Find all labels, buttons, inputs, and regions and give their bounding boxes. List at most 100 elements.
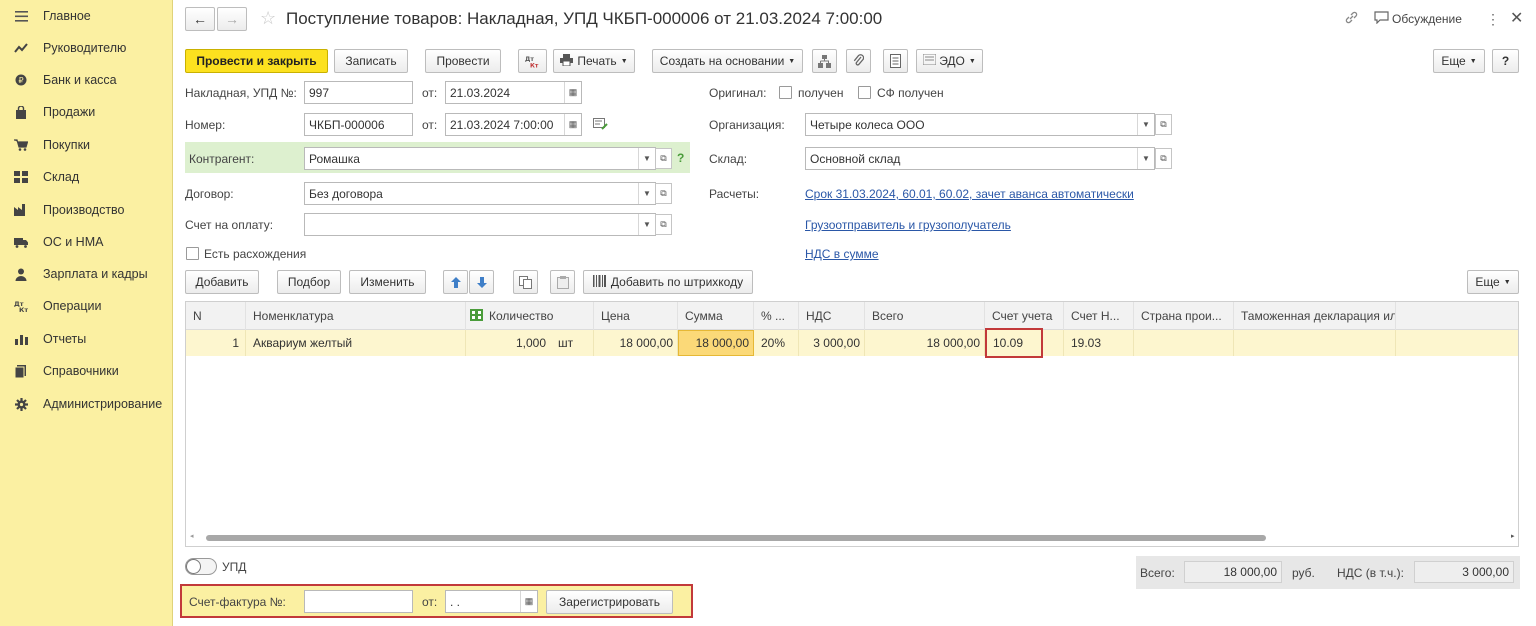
post-button[interactable]: Провести — [425, 49, 501, 73]
column-header-country[interactable]: Страна прои... — [1134, 302, 1234, 330]
vat-in-sum-link[interactable]: НДС в сумме — [805, 247, 879, 261]
invoice-number-input[interactable]: 997 — [304, 81, 413, 104]
add-by-barcode-button[interactable]: Добавить по штрихкоду — [583, 270, 753, 294]
sidebar-item-administration[interactable]: Администрирование — [0, 392, 173, 416]
invoice-sf-input[interactable] — [304, 590, 413, 613]
settlements-link[interactable]: Срок 31.03.2024, 60.01, 60.02, зачет ава… — [805, 187, 1134, 201]
sidebar-item-manager[interactable]: Руководителю — [0, 36, 173, 60]
sidebar-item-main[interactable]: Главное — [0, 4, 173, 28]
goods-table[interactable]: N Номенклатура Количество Цена Сумма % .… — [185, 301, 1519, 547]
column-header-price[interactable]: Цена — [594, 302, 678, 330]
calendar-icon[interactable]: ▦ — [564, 82, 581, 103]
sidebar-item-reports[interactable]: Отчеты — [0, 327, 173, 351]
more-button[interactable]: Еще ▼ — [1433, 49, 1485, 73]
table-row[interactable]: 1 Аквариум желтый 1,000 шт 18 000,00 18 … — [186, 330, 1518, 356]
link-icon[interactable] — [1344, 10, 1359, 28]
open-icon[interactable]: ⧉ — [1155, 114, 1172, 135]
edo-button[interactable]: ЭДО ▼ — [916, 49, 983, 73]
horizontal-scrollbar[interactable]: ◂ ▸ — [190, 533, 1515, 541]
paste-button[interactable] — [550, 270, 575, 294]
copy-row-button[interactable] — [513, 270, 538, 294]
open-icon[interactable]: ⧉ — [655, 183, 672, 204]
original-received-checkbox[interactable] — [779, 86, 792, 99]
cell-price[interactable]: 18 000,00 — [594, 330, 678, 356]
scrollbar-thumb[interactable] — [206, 535, 1266, 541]
edit-number-icon[interactable] — [593, 118, 608, 133]
invoice-date-input[interactable]: 21.03.2024 — [445, 81, 582, 104]
kebab-menu-icon[interactable]: ⋮ — [1486, 11, 1500, 28]
payment-invoice-input[interactable] — [304, 213, 656, 236]
cell-vat[interactable]: 3 000,00 — [799, 330, 865, 356]
chevron-down-icon[interactable]: ▼ — [638, 214, 655, 235]
column-header-customs[interactable]: Таможенная декларация или РНПТ — [1234, 302, 1396, 330]
discrepancy-checkbox[interactable] — [186, 247, 199, 260]
change-button[interactable]: Изменить — [349, 270, 426, 294]
attach-button[interactable] — [846, 49, 871, 73]
cell-country[interactable] — [1134, 330, 1234, 356]
open-icon[interactable]: ⧉ — [1155, 148, 1172, 169]
column-header-vat[interactable]: НДС — [799, 302, 865, 330]
sidebar-item-sales[interactable]: Продажи — [0, 100, 173, 124]
close-icon[interactable]: ✕ — [1510, 8, 1523, 28]
column-header-account[interactable]: Счет учета — [985, 302, 1064, 330]
number-input[interactable]: ЧКБП-000006 — [304, 113, 413, 136]
cell-sum[interactable]: 18 000,00 — [678, 330, 754, 356]
document-list-button[interactable] — [883, 49, 908, 73]
sidebar-item-operations[interactable]: Дт Кт Операции — [0, 294, 173, 318]
chevron-down-icon[interactable]: ▼ — [638, 148, 655, 169]
back-button[interactable]: ← — [185, 7, 215, 31]
discussion-button[interactable]: Обсуждение — [1374, 11, 1462, 27]
select-button[interactable]: Подбор — [277, 270, 341, 294]
cell-vat-rate[interactable]: 20% — [754, 330, 799, 356]
cell-nomenclature[interactable]: Аквариум желтый — [246, 330, 466, 356]
cell-vat-account[interactable]: 19.03 — [1064, 330, 1134, 356]
open-icon[interactable]: ⧉ — [655, 148, 672, 169]
create-based-on-button[interactable]: Создать на основании ▼ — [652, 49, 803, 73]
column-header-quantity[interactable]: Количество — [466, 302, 594, 330]
star-icon[interactable]: ☆ — [260, 8, 276, 29]
sidebar-item-purchases[interactable]: Покупки — [0, 133, 173, 157]
chevron-down-icon[interactable]: ▼ — [1137, 114, 1154, 135]
forward-button[interactable]: → — [217, 7, 247, 31]
column-header-vat-rate[interactable]: % ... — [754, 302, 799, 330]
column-header-vat-account[interactable]: Счет Н... — [1064, 302, 1134, 330]
dt-kt-button[interactable]: Дт Кт — [518, 49, 547, 73]
structure-button[interactable] — [812, 49, 837, 73]
table-more-button[interactable]: Еще ▼ — [1467, 270, 1519, 294]
save-button[interactable]: Записать — [334, 49, 408, 73]
move-up-button[interactable] — [443, 270, 468, 294]
register-button[interactable]: Зарегистрировать — [546, 590, 673, 614]
sidebar-item-production[interactable]: Производство — [0, 198, 173, 222]
cell-unit[interactable]: шт — [550, 330, 594, 356]
sidebar-item-payroll[interactable]: Зарплата и кадры — [0, 262, 173, 286]
calendar-icon[interactable]: ▦ — [564, 114, 581, 135]
organization-input[interactable]: Четыре колеса ООО — [805, 113, 1155, 136]
print-button[interactable]: Печать ▼ — [553, 49, 635, 73]
sidebar-item-bank[interactable]: ₽ Банк и касса — [0, 68, 173, 92]
chevron-down-icon[interactable]: ▼ — [638, 183, 655, 204]
move-down-button[interactable] — [469, 270, 494, 294]
help-button[interactable]: ? — [1492, 49, 1519, 73]
sidebar-item-warehouse[interactable]: Склад — [0, 165, 173, 189]
sidebar-item-fixed-assets[interactable]: ОС и НМА — [0, 230, 173, 254]
warehouse-input[interactable]: Основной склад — [805, 147, 1155, 170]
cell-quantity[interactable]: 1,000 — [466, 330, 550, 356]
calendar-icon[interactable]: ▦ — [520, 591, 537, 612]
cell-customs[interactable] — [1234, 330, 1396, 356]
scroll-left-icon[interactable]: ◂ — [190, 532, 194, 540]
column-header-sum[interactable]: Сумма — [678, 302, 754, 330]
cell-total[interactable]: 18 000,00 — [865, 330, 985, 356]
column-header-n[interactable]: N — [186, 302, 246, 330]
counterparty-input[interactable]: Ромашка — [304, 147, 656, 170]
chevron-down-icon[interactable]: ▼ — [1137, 148, 1154, 169]
open-icon[interactable]: ⧉ — [655, 214, 672, 235]
contract-input[interactable]: Без договора — [304, 182, 656, 205]
shipper-consignee-link[interactable]: Грузоотправитель и грузополучатель — [805, 218, 1011, 232]
add-row-button[interactable]: Добавить — [185, 270, 259, 294]
post-and-close-button[interactable]: Провести и закрыть — [185, 49, 328, 73]
sidebar-item-directories[interactable]: Справочники — [0, 359, 173, 383]
help-question-icon[interactable]: ? — [677, 151, 684, 165]
upd-toggle[interactable] — [185, 558, 217, 575]
scroll-right-icon[interactable]: ▸ — [1511, 532, 1515, 540]
sf-received-checkbox[interactable] — [858, 86, 871, 99]
